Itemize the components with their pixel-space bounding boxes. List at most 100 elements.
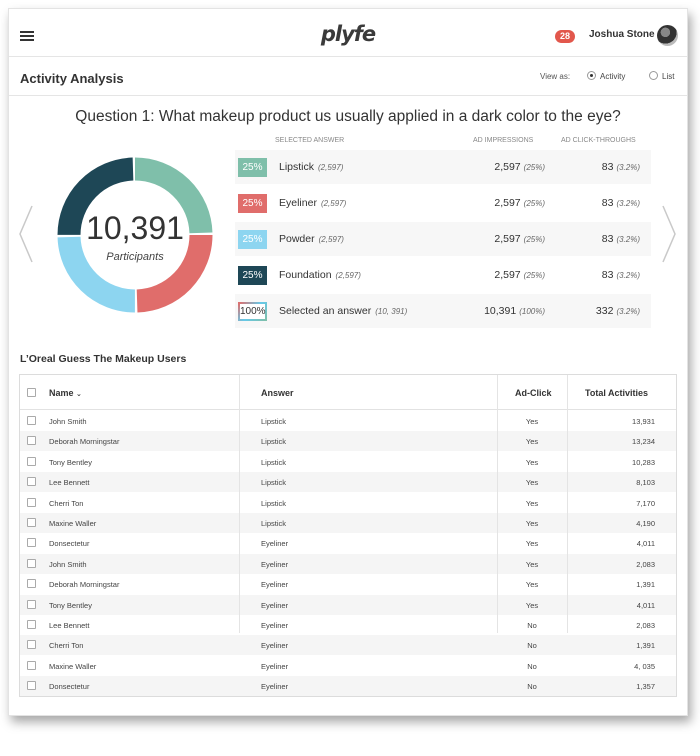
row-checkbox[interactable] [27, 620, 36, 629]
users-table: Name ⌄ Answer Ad-Click Total Activities … [19, 374, 677, 697]
avatar[interactable] [657, 25, 678, 46]
user-name-cell: Maxine Waller [49, 661, 97, 671]
table-row[interactable]: Maxine Waller Eyeliner No 4, 035 [20, 656, 676, 676]
row-checkbox[interactable] [27, 579, 36, 589]
user-name-cell: Tony Bentley [49, 600, 92, 610]
table-row[interactable]: Cherri Ton Lipstick Yes 7,170 [20, 493, 676, 513]
answer-label: Foundation [279, 269, 332, 281]
answer-percent-badge: 25% [238, 266, 267, 285]
user-name-cell: Lee Bennett [49, 621, 90, 630]
table-row[interactable]: John Smith Eyeliner Yes 2,083 [20, 553, 676, 574]
row-checkbox[interactable] [27, 640, 36, 650]
row-checkbox[interactable] [27, 518, 36, 527]
answer-cell: Eyeliner [261, 559, 289, 569]
answer-cell: Eyeliner [261, 682, 289, 692]
impressions-percent: (25%) [523, 235, 545, 244]
answer-impressions: 2,597 (25%) [419, 161, 545, 173]
total-activities-cell: 1,391 [636, 641, 655, 651]
chevron-left-icon[interactable] [18, 205, 34, 263]
row-checkbox[interactable] [27, 456, 36, 466]
impressions-percent: (25%) [523, 271, 545, 280]
row-checkbox[interactable] [27, 497, 36, 507]
impressions-percent: (100%) [519, 307, 545, 316]
answer-click-throughs: 83 (3.2%) [555, 161, 640, 173]
column-name-sort[interactable]: Name ⌄ [49, 388, 82, 398]
notification-badge[interactable]: 28 [555, 30, 576, 43]
answer-click-throughs: 83 (3.2%) [555, 269, 640, 281]
table-row[interactable]: Donsectetur Eyeliner No 1,357 [20, 676, 676, 697]
row-checkbox[interactable] [27, 416, 36, 425]
answer-impressions: 2,597 (25%) [419, 233, 545, 245]
answer-count: (10, 391) [375, 307, 408, 316]
table-row[interactable]: Cherri Ton Eyeliner No 1,391 [20, 635, 676, 656]
row-checkbox[interactable] [27, 538, 36, 548]
row-checkbox[interactable] [27, 681, 36, 691]
radio-activity-label[interactable]: Activity [600, 72, 625, 81]
ad-click-cell: Yes [525, 580, 539, 590]
table-row[interactable]: Deborah Morningstar Eyeliner Yes 1,391 [20, 574, 676, 594]
answer-cell: Eyeliner [261, 621, 289, 630]
clicks-percent: (3.2%) [616, 307, 640, 316]
row-checkbox[interactable] [27, 660, 36, 670]
column-ad-click: Ad-Click [515, 388, 552, 398]
radio-list[interactable] [649, 71, 658, 80]
question-title: Question 1: What makeup product us usual… [75, 108, 621, 125]
logo[interactable]: plyfe [9, 22, 687, 46]
row-checkbox[interactable] [27, 599, 36, 609]
answer-cell: Lipstick [261, 519, 287, 528]
answer-click-throughs: 83 (3.2%) [555, 197, 640, 209]
answer-name: Powder (2,597) [279, 233, 344, 245]
answer-cell: Eyeliner [261, 600, 289, 610]
answer-click-throughs: 332 (3.2%) [555, 305, 640, 317]
ad-click-cell: Yes [525, 437, 539, 447]
ad-click-cell: Yes [525, 498, 539, 508]
answer-percent-badge: 25% [238, 194, 267, 213]
radio-activity[interactable] [587, 71, 596, 80]
ad-click-cell: Yes [525, 559, 539, 569]
impressions-percent: (25%) [523, 163, 545, 172]
table-row[interactable]: Tony Bentley Eyeliner Yes 4,011 [20, 594, 676, 615]
answer-click-throughs: 83 (3.2%) [555, 233, 640, 245]
table-row[interactable]: John Smith Lipstick Yes 13,931 [20, 411, 676, 431]
answer-name: Foundation (2,597) [279, 269, 361, 281]
ad-click-cell: Yes [525, 417, 539, 426]
answer-label: Powder [279, 233, 315, 245]
answer-cell: Eyeliner [261, 539, 289, 549]
chevron-right-icon[interactable] [661, 205, 677, 263]
column-selected-answer: SELECTED ANSWER [275, 137, 345, 144]
total-activities-cell: 1,391 [636, 580, 655, 590]
table-row[interactable]: Deborah Morningstar Lipstick Yes 13,234 [20, 431, 676, 452]
answer-cell: Lipstick [261, 417, 287, 426]
impressions-percent: (25%) [523, 199, 545, 208]
table-row[interactable]: Donsectetur Eyeliner Yes 4,011 [20, 533, 676, 553]
answer-row: 25% Lipstick (2,597) 2,597 (25%) 83 (3.2%) [235, 150, 651, 184]
row-checkbox[interactable] [27, 436, 36, 446]
view-as-label: View as: [540, 72, 571, 81]
total-activities-cell: 13,234 [632, 437, 655, 447]
select-all-checkbox[interactable] [27, 388, 36, 397]
row-checkbox[interactable] [27, 477, 36, 487]
table-row[interactable]: Lee Bennett Eyeliner No 2,083 [20, 615, 676, 635]
impressions-value: 2,597 [494, 197, 521, 209]
clicks-percent: (3.2%) [616, 271, 640, 280]
user-name-cell: Donsectetur [49, 539, 90, 549]
table-row[interactable]: Lee Bennett Lipstick Yes 8,103 [20, 472, 676, 493]
total-activities-cell: 8,103 [636, 478, 655, 488]
impressions-value: 2,597 [494, 161, 521, 173]
ad-click-cell: Yes [525, 519, 539, 528]
user-name[interactable]: Joshua Stone [589, 29, 655, 40]
clicks-value: 83 [601, 269, 614, 281]
answer-impressions: 2,597 (25%) [419, 269, 545, 281]
answer-name: Eyeliner (2,597) [279, 197, 346, 209]
answer-impressions: 2,597 (25%) [419, 197, 545, 209]
table-row[interactable]: Tony Bentley Lipstick Yes 10,283 [20, 452, 676, 472]
user-name-cell: Tony Bentley [49, 457, 92, 467]
answer-cell: Eyeliner [261, 661, 289, 671]
radio-list-label[interactable]: List [662, 72, 674, 81]
row-checkbox[interactable] [27, 558, 36, 568]
answer-cell: Lipstick [261, 457, 287, 467]
user-name-cell: John Smith [49, 417, 87, 426]
answer-count: (2,597) [335, 271, 361, 280]
table-row[interactable]: Maxine Waller Lipstick Yes 4,190 [20, 513, 676, 533]
clicks-value: 83 [601, 197, 614, 209]
